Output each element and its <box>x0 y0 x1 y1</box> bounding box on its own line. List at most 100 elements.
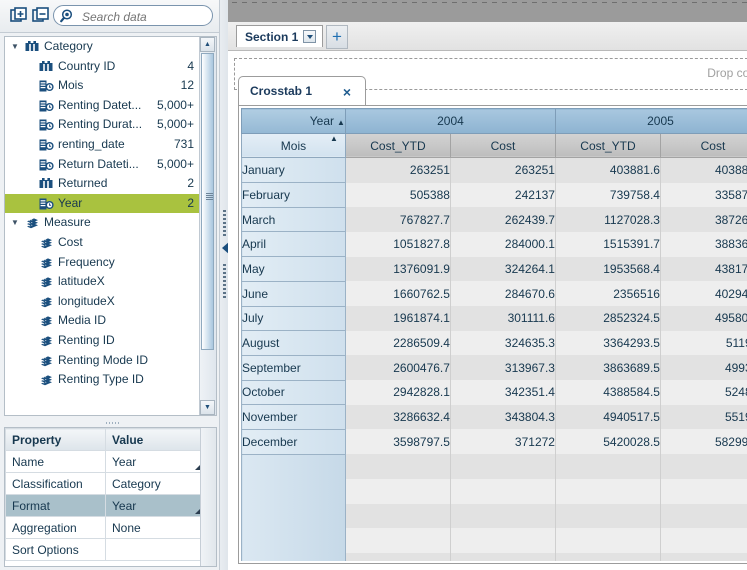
data-cell[interactable]: 263251 <box>345 157 451 183</box>
data-tree-item[interactable]: Year 2 <box>5 193 200 214</box>
search-input[interactable] <box>80 6 212 27</box>
data-cell[interactable]: 242137 <box>450 182 556 208</box>
property-row[interactable]: Sort Options <box>5 538 203 561</box>
data-cell[interactable]: 4940517.5 <box>555 404 661 430</box>
data-tree-item[interactable]: Renting Datet... 5,000+ <box>5 96 200 116</box>
data-tree-item[interactable]: renting_date 731 <box>5 135 200 155</box>
data-cell[interactable]: 343804.3 <box>450 404 556 430</box>
data-cell[interactable]: 1127028.3 <box>555 207 661 232</box>
table-row[interactable]: January263251263251403881.6403881.6 <box>241 157 747 184</box>
data-cell[interactable]: 2852324.5 <box>555 306 661 331</box>
property-value[interactable] <box>105 538 203 561</box>
data-cell[interactable]: 3286632.4 <box>345 404 451 430</box>
table-row[interactable]: November3286632.4343804.34940517.5551933 <box>241 404 747 430</box>
table-row[interactable]: August2286509.4324635.33364293.5511969 <box>241 330 747 356</box>
data-cell[interactable]: 551933 <box>660 404 747 430</box>
table-row[interactable]: October2942828.1342351.44388584.5524895 <box>241 379 747 406</box>
row-header-cell[interactable]: August <box>241 330 346 356</box>
data-cell[interactable]: 1051827.8 <box>345 231 451 257</box>
data-cell[interactable]: 402947.6 <box>660 281 747 306</box>
data-cell[interactable]: 1376091.9 <box>345 256 451 282</box>
data-cell[interactable]: 499396 <box>660 355 747 381</box>
row-header-cell[interactable]: January <box>241 157 346 184</box>
table-row[interactable]: September2600476.7313967.33863689.549939… <box>241 354 747 381</box>
data-cell[interactable]: 582994.5 <box>660 429 747 455</box>
measure-column-header[interactable]: Cost_YTD <box>554 132 661 159</box>
data-cell[interactable]: 1953568.4 <box>555 256 661 282</box>
row-dimension-header[interactable]: Mois ▲ <box>241 132 346 159</box>
data-tree-item[interactable]: Country ID 4 <box>5 57 200 77</box>
data-cell[interactable]: 3598797.5 <box>345 429 451 455</box>
row-header-cell[interactable]: May <box>241 256 346 282</box>
property-row[interactable]: Classification Category <box>5 472 203 495</box>
data-cell[interactable]: 438176.7 <box>660 256 747 282</box>
data-cell[interactable]: 371272 <box>450 429 556 455</box>
data-cell[interactable]: 342351.4 <box>450 380 556 405</box>
data-cell[interactable]: 403881.6 <box>555 157 661 183</box>
row-header-cell[interactable]: September <box>241 354 346 381</box>
data-cell[interactable]: 505388 <box>345 182 451 208</box>
property-row[interactable]: Aggregation None <box>5 516 203 539</box>
data-cell[interactable]: 324264.1 <box>450 256 556 282</box>
row-header-cell[interactable]: February <box>241 182 346 208</box>
data-cell[interactable]: 1515391.7 <box>555 231 661 257</box>
sort-ascending-icon[interactable]: ▲ <box>337 118 344 127</box>
data-tree-item[interactable]: Renting Durat... 5,000+ <box>5 115 200 135</box>
property-value[interactable]: Category <box>105 472 203 495</box>
row-header-cell[interactable]: October <box>241 379 346 406</box>
data-cell[interactable]: 263251 <box>450 157 556 183</box>
property-value[interactable]: None <box>105 516 203 539</box>
measure-column-header[interactable]: Cost <box>449 132 556 159</box>
section-dropdown-icon[interactable] <box>303 30 317 43</box>
data-cell[interactable]: 262439.7 <box>450 207 556 232</box>
scroll-down-icon[interactable]: ▼ <box>200 400 215 415</box>
data-tree-item[interactable]: Return Dateti... 5,000+ <box>5 155 200 175</box>
measure-column-header[interactable]: Cost_YTD <box>344 132 451 159</box>
data-tree-item[interactable]: Renting ID <box>5 331 200 351</box>
data-tree-item[interactable]: ▼ Measure <box>5 213 200 233</box>
data-cell[interactable]: 2286509.4 <box>345 330 451 356</box>
section-tab[interactable]: Section 1 <box>236 25 324 47</box>
data-cell[interactable]: 495808.5 <box>660 306 747 331</box>
data-tree-item[interactable]: ▼ Category <box>5 37 200 57</box>
column-dimension-header[interactable]: Year ▲ <box>241 108 346 134</box>
data-cell[interactable]: 5420028.5 <box>555 429 661 455</box>
data-tree-item[interactable]: Mois 12 <box>5 76 200 96</box>
row-header-cell[interactable]: June <box>241 280 346 307</box>
measure-column-header[interactable]: Cost <box>659 132 747 159</box>
chevron-down-icon[interactable]: ▼ <box>11 37 23 57</box>
crosstab-tab[interactable]: Crosstab 1 × <box>238 76 366 105</box>
property-value[interactable]: Year <box>105 494 203 517</box>
data-cell[interactable]: 2942828.1 <box>345 380 451 405</box>
data-tree-scrollbar[interactable]: ▲ ▼ <box>199 37 216 415</box>
scrollbar-thumb[interactable] <box>201 53 214 350</box>
data-tree-item[interactable]: Frequency <box>5 253 200 273</box>
table-row[interactable]: December3598797.53712725420028.5582994.5 <box>241 428 747 455</box>
property-row[interactable]: Name Year <box>5 450 203 473</box>
data-cell[interactable]: 301111.6 <box>450 306 556 331</box>
data-cell[interactable]: 2600476.7 <box>345 355 451 381</box>
data-cell[interactable]: 335876.8 <box>660 182 747 208</box>
data-cell[interactable]: 739758.4 <box>555 182 661 208</box>
crosstab-scroll-area[interactable]: Year ▲ 2004 2005 Mois ▲ Cost_YTD Cost Cost_YTD Co… <box>241 108 747 561</box>
table-row[interactable]: June1660762.5284670.62356516402947.6 <box>241 280 747 307</box>
panel-resize-handle[interactable] <box>0 419 225 427</box>
data-cell[interactable]: 511969 <box>660 330 747 356</box>
property-value[interactable]: Year <box>105 450 203 473</box>
data-cell[interactable]: 403881.6 <box>660 157 747 183</box>
data-cell[interactable]: 313967.3 <box>450 355 556 381</box>
search-box[interactable] <box>53 5 213 27</box>
data-tree-item[interactable]: Cost <box>5 233 200 253</box>
data-tree-item[interactable]: latitudeX <box>5 272 200 292</box>
data-cell[interactable]: 284000.1 <box>450 231 556 257</box>
data-tree-item[interactable]: Media ID <box>5 311 200 331</box>
table-row[interactable]: February505388242137739758.4335876.8 <box>241 182 747 208</box>
close-icon[interactable]: × <box>343 84 351 100</box>
data-tree-item[interactable]: Renting Mode ID <box>5 351 200 371</box>
data-tree-item[interactable]: longitudeX <box>5 292 200 312</box>
data-cell[interactable]: 2356516 <box>555 281 661 306</box>
column-group-header[interactable]: 2005 <box>554 108 747 134</box>
table-row[interactable]: March767827.7262439.71127028.3387269.9 <box>241 206 747 233</box>
data-cell[interactable]: 767827.7 <box>345 207 451 232</box>
add-section-button[interactable]: + <box>326 25 348 49</box>
